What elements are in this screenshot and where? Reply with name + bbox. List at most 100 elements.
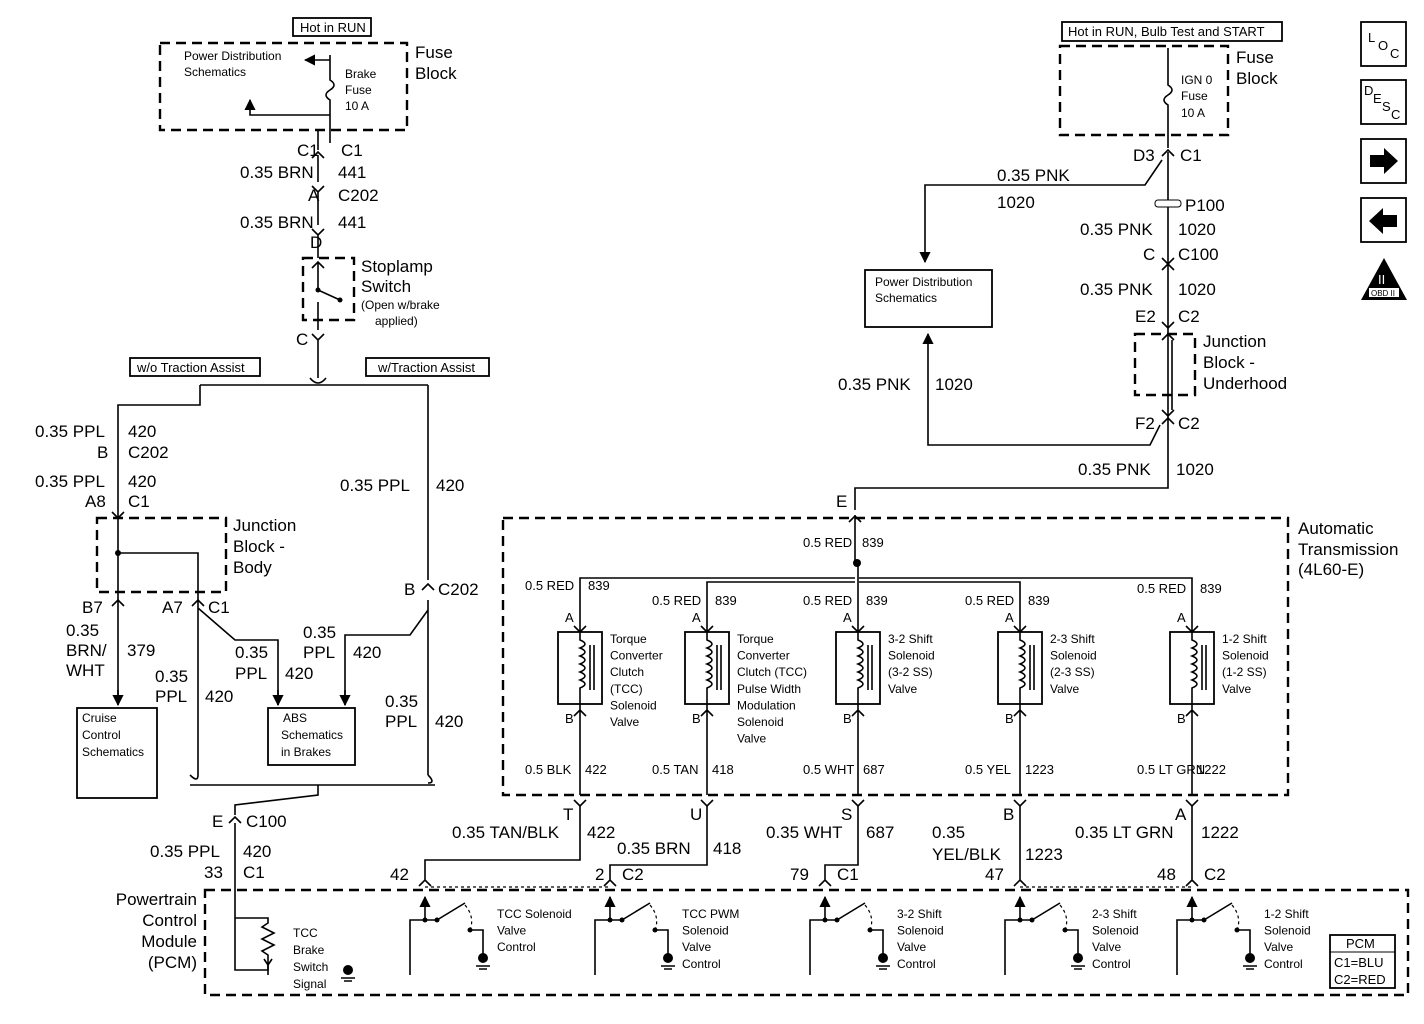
solenoid-label: (1-2 SS) (1222, 665, 1267, 679)
pcm-driver-switch-icon (1176, 902, 1251, 975)
brake-fuse-label: 10 A (345, 99, 369, 113)
wire-label: 0.35 (303, 623, 336, 642)
wire-label: 0.5 RED (525, 578, 574, 593)
wire-label: 0.35 (66, 621, 99, 640)
pcm-label: (PCM) (148, 953, 197, 972)
desc-icon[interactable]: DESC (1360, 79, 1407, 125)
pds-label: Schematics (875, 291, 937, 305)
solenoid-label: Valve (888, 682, 917, 696)
circuit-label: 1020 (1178, 220, 1216, 239)
wire-label: 0.35 BRN (617, 839, 691, 858)
ground-icon (478, 953, 488, 963)
circuit-label: 418 (712, 762, 734, 777)
connector-label: C (1143, 245, 1155, 264)
harness-wire (1185, 806, 1199, 887)
pcm-label: Control (142, 911, 197, 930)
circuit-label: 441 (338, 163, 366, 182)
solenoid-label: Valve (1222, 682, 1251, 696)
pcm-label: Module (141, 932, 197, 951)
pcm-driver-label: TCC PWM (682, 907, 739, 921)
junction-block-underhood (1133, 332, 1197, 397)
pcm-driver-label: Valve (1264, 940, 1293, 954)
obd-ii-icon[interactable]: II OBD II (1361, 258, 1407, 300)
tcc-brake-label: Brake (293, 943, 325, 957)
pcm-driver-label: 2-3 Shift (1092, 907, 1137, 921)
ign-fuse-label: IGN 0 (1181, 73, 1213, 87)
connector-label: C1 (1180, 146, 1202, 165)
wire-label: 0.5 WHT (803, 762, 854, 777)
circuit-label: 1020 (997, 193, 1035, 212)
circuit-label: 839 (1200, 581, 1222, 596)
solenoid-branch: 0.5 RED 839 A B 3-2 Shift Solenoid (3-2 SS) Val… (766, 593, 944, 975)
wire-label: 0.35 BRN (240, 163, 314, 182)
wire-label: 0.35 PNK (1080, 220, 1153, 239)
junction-block-label: Junction (233, 516, 296, 535)
legend-title: PCM (1346, 936, 1375, 951)
pin-label: B (843, 711, 852, 726)
fuse-block-label: Fuse (415, 43, 453, 62)
junction-block-label: Block - (233, 537, 285, 556)
circuit-label: 418 (713, 839, 741, 858)
wire-label: 0.5 RED (803, 593, 852, 608)
circuit-label: 1223 (1025, 845, 1063, 864)
connector-label: D3 (1133, 146, 1155, 165)
harness-wire (418, 806, 581, 887)
pcm-driver-label: Control (1264, 957, 1303, 971)
legend-c1: C1=BLU (1334, 955, 1384, 970)
svg-text:O: O (1378, 38, 1388, 53)
next-page-arrow-icon[interactable] (1360, 138, 1407, 184)
junction-block-label: Junction (1203, 332, 1266, 351)
solenoid-label: Modulation (737, 698, 796, 712)
connector-label: B (404, 580, 415, 599)
pcm-driver-label: Solenoid (897, 924, 944, 938)
solenoid-label: Solenoid (888, 649, 935, 663)
solenoid-label: Converter (737, 649, 790, 663)
ign-fuse-label: 10 A (1181, 106, 1205, 120)
connector-label: B7 (82, 598, 103, 617)
ground-icon (878, 953, 888, 963)
connector-label: A7 (162, 598, 183, 617)
cruise-label: Cruise (82, 711, 117, 725)
circuit-label: 422 (585, 762, 607, 777)
solenoid-label: Converter (610, 649, 663, 663)
svg-text:C: C (1391, 107, 1400, 122)
solenoid-label: Solenoid (737, 715, 784, 729)
stoplamp-label: (Open w/brake (361, 298, 440, 312)
wire-label: 0.5 RED (652, 593, 701, 608)
circuit-label: 420 (243, 842, 271, 861)
wire-label: 0.35 WHT (766, 823, 843, 842)
pcm-connector-legend: PCM C1=BLU C2=RED (1329, 934, 1396, 989)
connector-label: C1 (341, 141, 363, 160)
pcm-driver-switch-icon (409, 902, 484, 975)
brake-fuse-label: Fuse (345, 83, 372, 97)
wire-label: PPL (303, 643, 335, 662)
loc-icon-text: L (1368, 30, 1375, 45)
stoplamp-label: applied) (375, 314, 418, 328)
option-label: w/Traction Assist (377, 360, 475, 375)
wire-label: WHT (66, 661, 105, 680)
connector-label: C202 (128, 443, 169, 462)
loc-icon[interactable]: L OC (1360, 21, 1407, 67)
circuit-label: 839 (588, 578, 610, 593)
circuit-label: 839 (1028, 593, 1050, 608)
pin-label: 48 (1157, 865, 1176, 884)
solenoid-label: Torque (610, 632, 647, 646)
pcm-label: Powertrain (116, 890, 197, 909)
connector-label: B (1003, 805, 1014, 824)
hot-in-run-label: Hot in RUN (300, 20, 366, 35)
pin-label: 79 (790, 865, 809, 884)
pin-label: B (1005, 711, 1014, 726)
pcm-driver-label: Valve (897, 940, 926, 954)
pds-label: Schematics (184, 65, 246, 79)
pcm-driver-label: Control (897, 957, 936, 971)
solenoid-label: Solenoid (610, 698, 657, 712)
pin-label: A (565, 610, 574, 625)
pcm-driver-label: Solenoid (1092, 924, 1139, 938)
wire-label: 0.5 RED (803, 535, 852, 550)
circuit-label: 420 (128, 472, 156, 491)
wire-label: 0.35 PPL (35, 472, 105, 491)
connector-label: S (841, 805, 852, 824)
circuit-label: 1020 (1178, 280, 1216, 299)
pds-label: Power Distribution (184, 49, 281, 63)
previous-page-arrow-icon[interactable] (1360, 197, 1407, 243)
